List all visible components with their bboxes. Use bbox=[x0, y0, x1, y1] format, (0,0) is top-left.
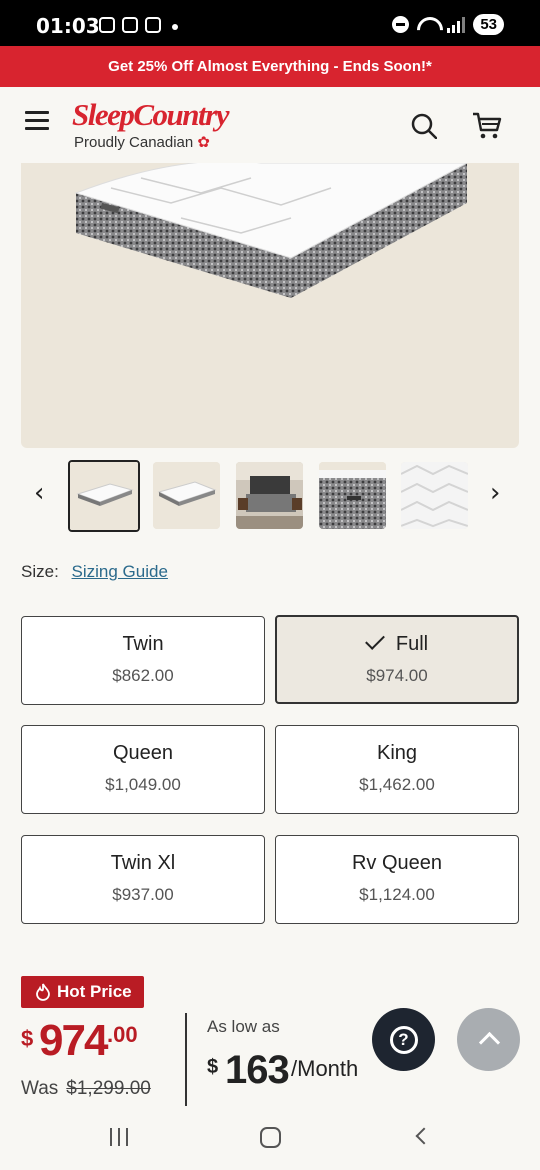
was-price-row: Was $1,299.00 bbox=[21, 1078, 151, 1100]
mattress-image bbox=[74, 163, 468, 298]
notification-icon bbox=[99, 17, 115, 33]
size-option-price: $974.00 bbox=[366, 666, 428, 685]
brand-name: SleepCountry bbox=[72, 97, 229, 132]
product-main-image[interactable] bbox=[21, 163, 519, 448]
instagram-icon bbox=[122, 17, 138, 33]
size-option-price: $937.00 bbox=[112, 885, 174, 904]
size-option-full[interactable]: Full $974.00 bbox=[275, 615, 519, 704]
site-header: SleepCountry Proudly Canadian ✿ bbox=[0, 87, 540, 163]
size-label-row: Size: Sizing Guide bbox=[21, 562, 168, 582]
thumbnail-1[interactable] bbox=[68, 460, 140, 532]
size-option-price: $862.00 bbox=[112, 666, 174, 685]
size-option-price: $1,124.00 bbox=[359, 885, 435, 904]
notification-icons bbox=[99, 17, 161, 33]
size-option-twin-xl[interactable]: Twin Xl $937.00 bbox=[21, 835, 265, 924]
sizing-guide-link[interactable]: Sizing Guide bbox=[72, 562, 168, 581]
size-option-price: $1,049.00 bbox=[105, 775, 181, 794]
thumbnail-3[interactable] bbox=[236, 462, 303, 529]
size-option-name: Rv Queen bbox=[351, 852, 443, 874]
menu-icon[interactable] bbox=[25, 111, 49, 131]
size-option-price: $1,462.00 bbox=[359, 775, 435, 794]
price-whole: 974 bbox=[39, 1016, 108, 1065]
hot-price-label: Hot Price bbox=[57, 982, 132, 1001]
price-cents: .00 bbox=[107, 1022, 138, 1047]
status-time: 01:03 bbox=[36, 14, 100, 38]
search-icon[interactable] bbox=[411, 113, 437, 139]
monthly-currency: $ bbox=[207, 1056, 219, 1078]
back-icon[interactable] bbox=[415, 1127, 433, 1145]
signal-icon bbox=[447, 16, 466, 33]
price-divider bbox=[185, 1013, 187, 1106]
price-currency: $ bbox=[21, 1026, 34, 1051]
thumbnail-4[interactable] bbox=[319, 462, 386, 529]
cart-icon[interactable] bbox=[472, 112, 502, 140]
brand-tagline: Proudly Canadian bbox=[74, 134, 194, 151]
home-icon[interactable] bbox=[260, 1127, 281, 1148]
size-option-queen[interactable]: Queen $1,049.00 bbox=[21, 725, 265, 814]
financing-label: As low as bbox=[207, 1017, 280, 1036]
checkmark-icon bbox=[364, 630, 385, 650]
do-not-disturb-icon bbox=[392, 16, 410, 33]
was-price: $1,299.00 bbox=[66, 1078, 151, 1099]
monthly-suffix: /Month bbox=[291, 1056, 359, 1081]
maple-leaf-icon: ✿ bbox=[197, 134, 210, 151]
size-option-king[interactable]: King $1,462.00 bbox=[275, 725, 519, 814]
was-label: Was bbox=[21, 1078, 59, 1099]
flame-icon bbox=[36, 983, 50, 1001]
instagram-icon bbox=[145, 17, 161, 33]
size-option-twin[interactable]: Twin $862.00 bbox=[21, 616, 265, 705]
wifi-icon bbox=[417, 17, 439, 33]
site-logo[interactable]: SleepCountry Proudly Canadian ✿ bbox=[72, 97, 229, 152]
help-button[interactable]: ? bbox=[372, 1008, 435, 1071]
system-nav-bar bbox=[0, 1106, 540, 1170]
size-option-name: Queen bbox=[112, 742, 174, 764]
thumbnail-2[interactable] bbox=[153, 462, 220, 529]
status-bar: 01:03 53 bbox=[0, 0, 540, 46]
promo-banner[interactable]: Get 25% Off Almost Everything - Ends Soo… bbox=[0, 46, 540, 87]
chevron-right-icon[interactable]: › bbox=[490, 478, 500, 508]
thumbnail-5[interactable] bbox=[401, 462, 468, 529]
size-option-name: King bbox=[376, 742, 418, 764]
more-notifications-dot bbox=[172, 24, 178, 30]
question-mark-icon: ? bbox=[389, 1025, 418, 1054]
recent-apps-icon[interactable] bbox=[110, 1128, 128, 1146]
size-option-rv-queen[interactable]: Rv Queen $1,124.00 bbox=[275, 835, 519, 924]
thumbnail-gallery: ‹ › bbox=[0, 460, 540, 532]
size-option-name: Full bbox=[395, 633, 429, 655]
battery-level: 53 bbox=[473, 14, 504, 35]
size-option-name: Twin bbox=[122, 633, 164, 655]
scroll-to-top-button[interactable] bbox=[457, 1008, 520, 1071]
size-option-name: Twin Xl bbox=[110, 852, 176, 874]
size-label: Size: bbox=[21, 562, 59, 581]
hot-price-badge: Hot Price bbox=[21, 976, 144, 1008]
chevron-left-icon[interactable]: ‹ bbox=[34, 478, 44, 508]
monthly-amount: 163 bbox=[225, 1048, 290, 1092]
